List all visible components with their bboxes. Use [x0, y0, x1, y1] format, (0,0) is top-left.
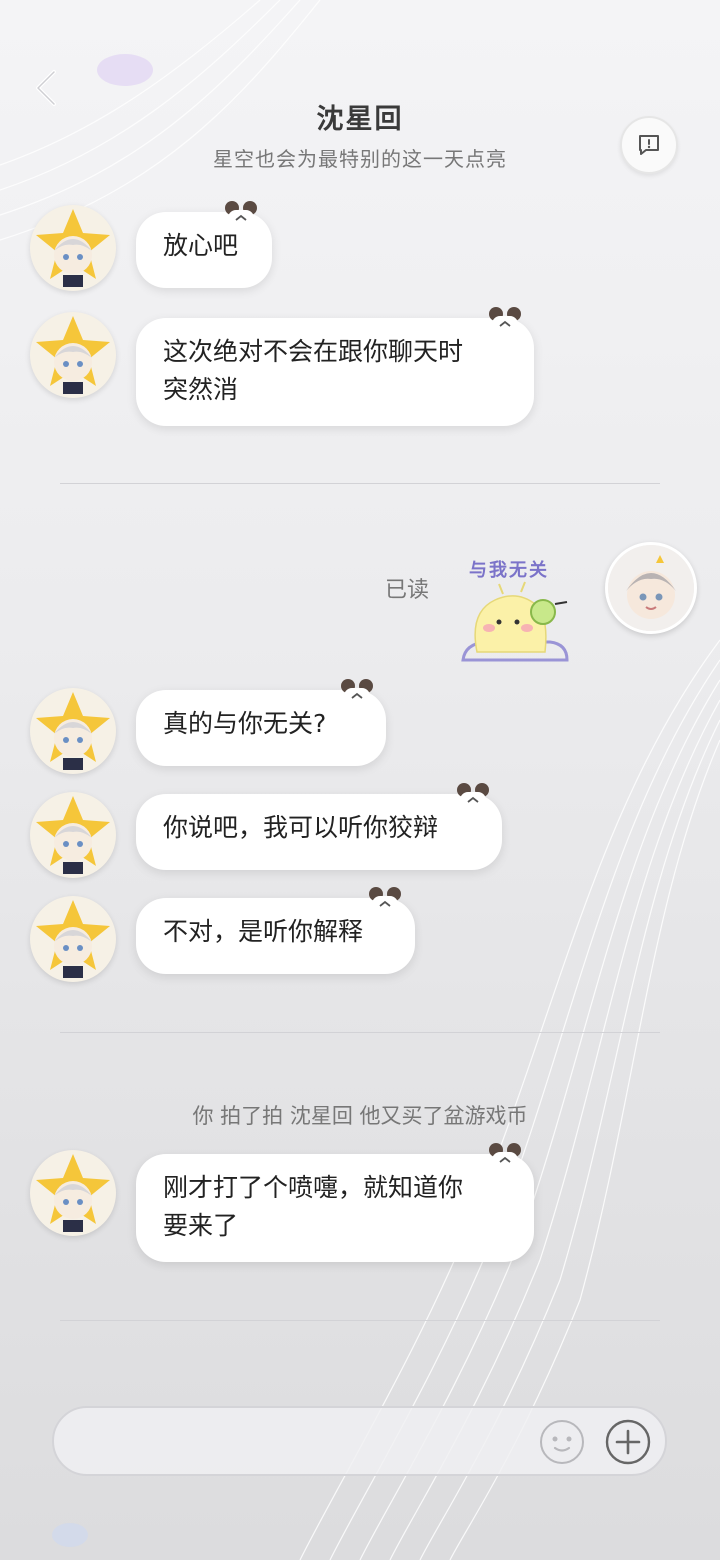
message-input[interactable] — [78, 1420, 532, 1464]
bear-ears-icon — [457, 783, 489, 814]
my-avatar[interactable] — [605, 542, 697, 634]
message-text: 刚才打了个喷嚏，就知道你 要来了 — [163, 1173, 464, 1240]
bear-ears-icon — [369, 887, 401, 918]
star-avatar-icon — [36, 209, 110, 287]
message-bubble[interactable]: 刚才打了个喷嚏，就知道你 要来了 — [136, 1154, 534, 1262]
message-text: 不对，是听你解释 — [163, 917, 364, 946]
contact-avatar[interactable] — [30, 688, 116, 774]
star-avatar-icon — [36, 692, 110, 770]
contact-avatar[interactable] — [30, 1150, 116, 1236]
message-text: 真的与你无关? — [163, 709, 327, 738]
bear-ears-icon — [489, 1143, 521, 1174]
star-avatar-icon — [36, 1154, 110, 1232]
bear-ears-icon — [225, 201, 257, 232]
page-title: 沈星回 — [316, 104, 404, 135]
star-avatar-icon — [36, 316, 110, 394]
bear-ears-icon — [341, 679, 373, 710]
bear-ears-icon — [489, 307, 521, 338]
chat-header: 沈星回 星空也会为最特别的这一天点亮 — [0, 0, 720, 190]
message-bubble[interactable]: 这次绝对不会在跟你聊天时 突然消 — [136, 318, 534, 426]
section-divider — [60, 1320, 660, 1321]
chat-report-icon — [639, 135, 659, 155]
contact-avatar[interactable] — [30, 896, 116, 982]
sticker-caption: 与我无关 — [469, 560, 549, 581]
page-subtitle: 星空也会为最特别的这一天点亮 — [213, 147, 507, 171]
message-text: 这次绝对不会在跟你聊天时 突然消 — [163, 337, 464, 404]
section-divider — [60, 483, 660, 484]
section-divider — [60, 1032, 660, 1033]
emoji-button[interactable] — [538, 1418, 586, 1466]
contact-avatar[interactable] — [30, 792, 116, 878]
report-button[interactable] — [620, 116, 678, 174]
contact-avatar[interactable] — [30, 312, 116, 398]
plus-circle-icon — [605, 1419, 651, 1465]
user-avatar-icon — [608, 545, 694, 631]
sticker-message[interactable]: 与我无关 — [455, 552, 580, 672]
message-text: 你说吧，我可以听你狡辩 — [163, 813, 439, 842]
add-button[interactable] — [604, 1418, 652, 1466]
emoji-face-icon — [540, 1420, 584, 1464]
read-status: 已读 — [385, 578, 430, 603]
star-avatar-icon — [36, 900, 110, 978]
message-bubble[interactable]: 你说吧，我可以听你狡辩 — [136, 794, 502, 870]
star-avatar-icon — [36, 796, 110, 874]
contact-avatar[interactable] — [30, 205, 116, 291]
nudge-notice: 你 拍了拍 沈星回 他又买了盆游戏币 — [192, 1104, 528, 1128]
